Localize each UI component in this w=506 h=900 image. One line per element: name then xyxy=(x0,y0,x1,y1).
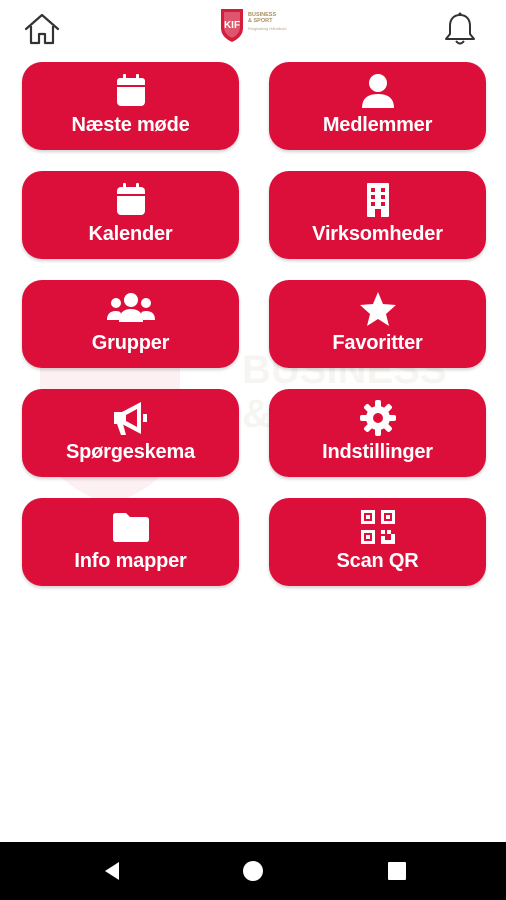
building-icon xyxy=(358,181,398,219)
logo-text: BUSINESS & SPORT xyxy=(248,12,277,24)
tile-label: Grupper xyxy=(91,332,170,354)
svg-text:KIF: KIF xyxy=(224,20,240,31)
back-icon[interactable] xyxy=(100,859,124,883)
tile-label: Kalender xyxy=(88,223,173,245)
notification-bell-icon[interactable] xyxy=(440,11,480,47)
tile-label: Favoritter xyxy=(332,332,423,354)
system-navigation-bar xyxy=(0,842,506,900)
users-icon xyxy=(106,290,156,328)
tile-scan-qr[interactable]: Scan QR xyxy=(269,498,486,586)
tile-label: Indstillinger xyxy=(322,441,433,463)
calendar-icon xyxy=(111,181,151,219)
person-icon xyxy=(358,72,398,110)
star-icon xyxy=(358,290,398,328)
home-icon[interactable] xyxy=(22,12,62,46)
tile-virksomheder[interactable]: Virksomheder xyxy=(269,171,486,259)
tile-label: Scan QR xyxy=(336,550,419,572)
tile-label: Næste møde xyxy=(71,114,190,136)
tile-label: Virksomheder xyxy=(312,223,443,245)
tile-kalender[interactable]: Kalender xyxy=(22,171,239,259)
tile-info-mapper[interactable]: Info mapper xyxy=(22,498,239,586)
tile-label: Spørgeskema xyxy=(66,441,195,463)
qr-code-icon xyxy=(358,508,398,546)
logo-tagline: Ringkøbing Håndbold xyxy=(248,26,287,31)
recents-square-icon[interactable] xyxy=(385,859,409,883)
top-bar: KIF BUSINESS & SPORT Ringkøbing Håndbold xyxy=(0,0,506,58)
megaphone-icon xyxy=(111,399,151,437)
home-circle-icon[interactable] xyxy=(241,859,265,883)
tile-sporgeskema[interactable]: Spørgeskema xyxy=(22,389,239,477)
gear-icon xyxy=(358,399,398,437)
tile-label: Info mapper xyxy=(74,550,187,572)
tile-naeste-mode[interactable]: Næste møde xyxy=(22,62,239,150)
tile-medlemmer[interactable]: Medlemmer xyxy=(269,62,486,150)
calendar-icon xyxy=(111,72,151,110)
tile-grupper[interactable]: Grupper xyxy=(22,280,239,368)
app-logo: KIF BUSINESS & SPORT Ringkøbing Håndbold xyxy=(218,6,294,46)
tile-indstillinger[interactable]: Indstillinger xyxy=(269,389,486,477)
tile-label: Medlemmer xyxy=(322,114,433,136)
folder-icon xyxy=(111,508,151,546)
tile-favoritter[interactable]: Favoritter xyxy=(269,280,486,368)
